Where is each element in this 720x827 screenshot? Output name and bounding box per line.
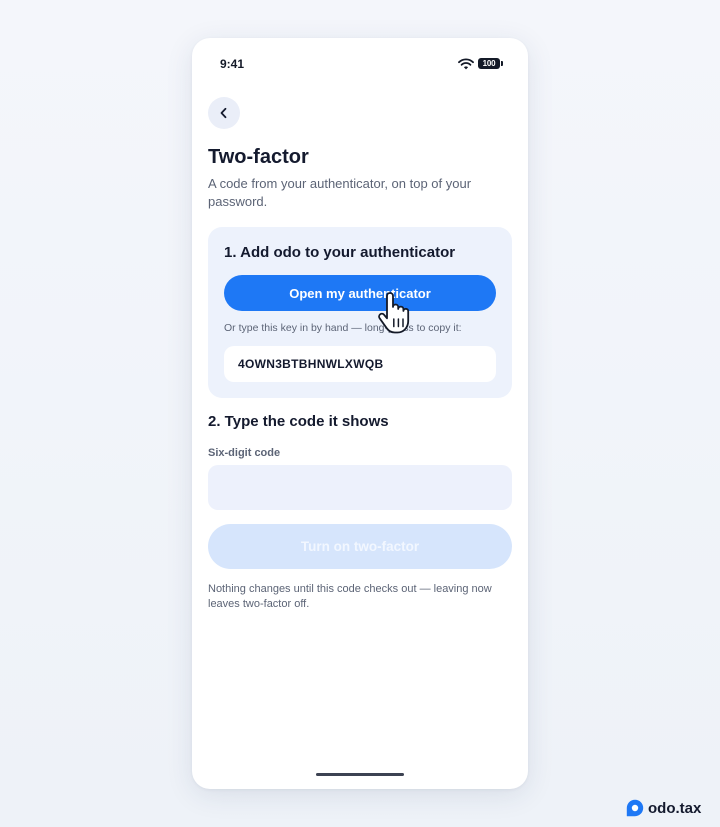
secret-key-value: 4OWN3BTBHNWLXWQB <box>238 357 384 371</box>
add-authenticator-card: 1. Add odo to your authenticator Open my… <box>208 227 512 398</box>
status-time: 9:41 <box>220 57 245 71</box>
phone-screen: 9:41 100 Two-factor A code from your aut… <box>192 38 528 789</box>
home-indicator <box>316 773 404 776</box>
six-digit-code-input[interactable] <box>208 465 512 510</box>
battery-icon: 100 <box>478 58 503 69</box>
code-field-label: Six-digit code <box>208 447 281 459</box>
status-bar: 9:41 100 <box>192 38 528 90</box>
back-button[interactable] <box>208 97 240 129</box>
brand-logo: odo.tax <box>626 799 701 817</box>
chevron-left-icon <box>220 107 227 119</box>
secret-key-hint: Or type this key in by hand — long-press… <box>224 322 462 334</box>
page-title: Two-factor <box>208 146 309 168</box>
page-subtitle: A code from your authenticator, on top o… <box>208 176 472 209</box>
open-authenticator-button[interactable]: Open my authenticator <box>224 275 496 311</box>
turn-on-two-factor-button[interactable]: Turn on two-factor <box>208 524 512 569</box>
wifi-icon <box>458 58 474 70</box>
step-1-title: 1. Add odo to your authenticator <box>224 244 456 261</box>
odo-logo-icon <box>626 799 644 817</box>
step-2-title: 2. Type the code it shows <box>208 413 389 430</box>
battery-level: 100 <box>482 58 496 68</box>
secret-key-field[interactable]: 4OWN3BTBHNWLXWQB <box>224 346 496 382</box>
footnote: Nothing changes until this code checks o… <box>208 583 492 610</box>
brand-name: odo.tax <box>648 799 702 817</box>
